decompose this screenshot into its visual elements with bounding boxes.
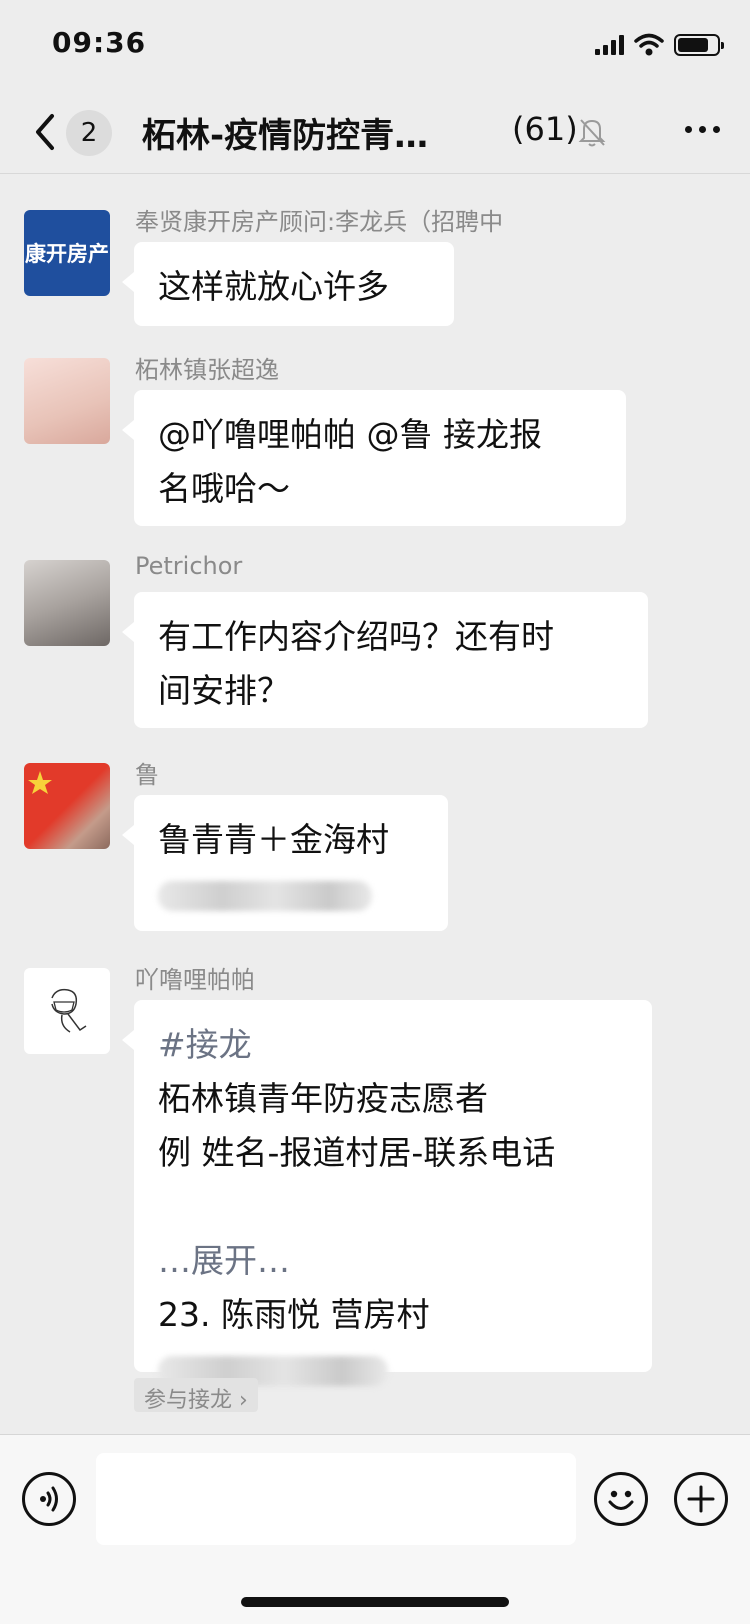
message-bubble[interactable]: 有工作内容介绍吗？还有时 间安排？	[122, 592, 648, 728]
sender-name: 鲁	[135, 761, 159, 789]
message-bubble[interactable]: #接龙 柘林镇青年防疫志愿者 例 姓名-报道村居-联系电话 …展开… 23. 陈…	[122, 1000, 652, 1386]
wifi-icon	[634, 33, 664, 56]
more-functions-button[interactable]	[674, 1472, 728, 1526]
status-bar: 09:36	[0, 0, 750, 90]
masked-person-sketch-icon	[51, 988, 87, 1033]
message-text-line: 间安排？	[158, 671, 290, 710]
sender-name: 吖噜哩帕帕	[135, 966, 255, 994]
back-chevron-icon[interactable]	[28, 110, 68, 154]
message-text-line: 有工作内容介绍吗？还有时	[158, 617, 554, 656]
sender-name: 奉贤康开房产顾问:李龙兵（招聘中	[135, 208, 504, 236]
message-text-line: 例 姓名-报道村居-联系电话	[158, 1133, 556, 1172]
star-icon	[28, 771, 52, 794]
battery-icon	[674, 34, 724, 56]
message-text: 这样就放心许多	[158, 267, 389, 306]
voice-input-button[interactable]	[22, 1472, 76, 1526]
message-text-line: 23. 陈雨悦 营房村	[158, 1295, 430, 1334]
message-text-line: 名哦哈～	[158, 469, 290, 508]
avatar[interactable]	[24, 968, 110, 1054]
message-bubble[interactable]: 这样就放心许多	[122, 242, 454, 326]
sender-name: 柘林镇张超逸	[135, 356, 279, 384]
status-time: 09:36	[52, 26, 147, 59]
avatar[interactable]	[24, 763, 110, 849]
smiley-icon	[608, 1490, 634, 1510]
message-text-line: @吖噜哩帕帕 @鲁 接龙报	[158, 415, 542, 454]
avatar[interactable]	[24, 358, 110, 444]
plus-icon	[687, 1485, 715, 1513]
emoji-button[interactable]	[594, 1472, 648, 1526]
more-options-icon[interactable]	[685, 126, 720, 133]
message-text-line: 鲁青青＋金海村	[158, 820, 389, 859]
status-icons	[595, 32, 724, 58]
avatar[interactable]	[24, 560, 110, 646]
unread-count-badge[interactable]: 2	[66, 110, 112, 156]
message-input[interactable]	[96, 1453, 576, 1545]
jielong-tag: #接龙	[158, 1025, 252, 1064]
join-jielong-button[interactable]: 参与接龙 ›	[134, 1378, 258, 1413]
message-bubble[interactable]: @吖噜哩帕帕 @鲁 接龙报 名哦哈～	[122, 390, 626, 526]
voice-icon	[40, 1486, 58, 1512]
sender-name: Petrichor	[135, 552, 243, 580]
message-bubble[interactable]: 鲁青青＋金海村	[122, 795, 448, 931]
message-text-line: 柘林镇青年防疫志愿者	[158, 1079, 488, 1118]
mute-bell-icon	[578, 119, 606, 147]
home-indicator	[241, 1597, 509, 1607]
expand-link[interactable]: …展开…	[158, 1234, 628, 1288]
input-bar	[0, 1434, 750, 1624]
redacted-phone-number	[158, 867, 424, 921]
member-count: (61)	[512, 110, 578, 148]
cellular-signal-icon	[595, 35, 624, 55]
avatar[interactable]: 康开房产	[24, 210, 110, 296]
avatar-logo-text: 康开房产	[25, 242, 109, 266]
chat-title: 柘林-疫情防控青…	[142, 116, 429, 156]
chat-header: 2 柘林-疫情防控青… (61)	[0, 90, 750, 174]
